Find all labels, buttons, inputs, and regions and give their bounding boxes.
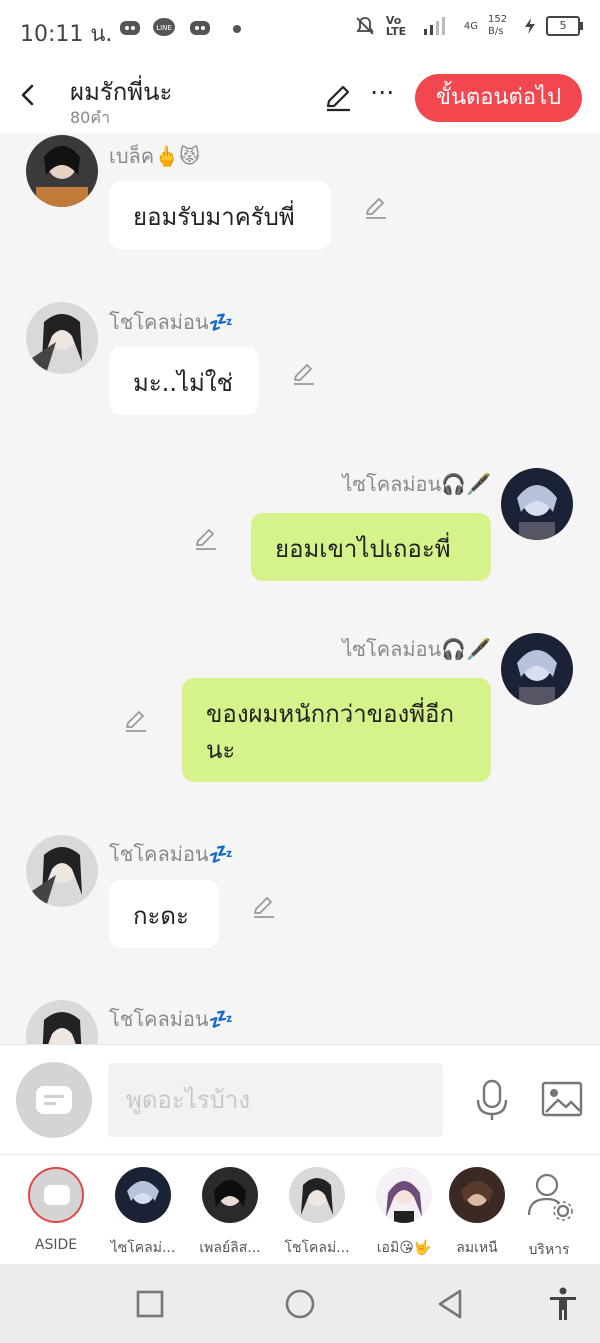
sender-name: โชโคลม่อน💤 <box>109 310 234 334</box>
home-icon[interactable] <box>282 1286 318 1322</box>
status-time: 10:11 น. <box>20 22 113 47</box>
message-input[interactable] <box>108 1063 443 1137</box>
back-nav-icon[interactable] <box>432 1286 468 1322</box>
character-avatar <box>289 1167 345 1223</box>
character-playlist[interactable]: เพลย์ลิส... <box>190 1167 270 1259</box>
avatar-image <box>26 1000 98 1044</box>
charging-icon <box>525 18 535 34</box>
accessibility-icon[interactable] <box>545 1286 581 1322</box>
net-speed: 152 B/s <box>488 14 508 37</box>
avatar-choco[interactable] <box>26 1000 98 1044</box>
sender-name: โชโคลม่อน💤 <box>109 842 234 866</box>
manage-characters-button[interactable]: บริหาร <box>509 1167 589 1261</box>
character-emi[interactable]: เอมิ😘🤟 <box>364 1167 444 1259</box>
character-avatar <box>376 1167 432 1223</box>
message-bubble[interactable]: ยอมรับมาครับพี่ <box>109 181 331 249</box>
image-upload-icon[interactable] <box>540 1080 584 1120</box>
character-avatar <box>202 1167 258 1223</box>
avatar-image <box>26 835 98 907</box>
status-bar: 10:11 น. LINE Vo LTE 4G 152 B/s 5 <box>0 0 600 62</box>
aside-toggle-button[interactable] <box>16 1062 92 1138</box>
avatar-image <box>501 468 573 540</box>
word-count: 80คำ <box>70 108 111 127</box>
mute-icon <box>356 17 374 35</box>
avatar-black[interactable] <box>26 135 98 207</box>
avatar-image <box>501 633 573 705</box>
character-label: เพลย์ลิส... <box>199 1240 261 1256</box>
sender-name: ไซโคลม่อน🎧🖋️ <box>342 472 491 496</box>
edit-pencil-icon[interactable] <box>322 82 354 114</box>
character-psycho[interactable]: ไซโคลม่... <box>103 1167 183 1259</box>
character-avatar <box>115 1167 171 1223</box>
avatar-choco[interactable] <box>26 835 98 907</box>
message-bubble[interactable]: ของผมหนักกว่าของพี่อีกนะ <box>182 678 491 782</box>
discord-icon-2 <box>190 21 210 35</box>
microphone-icon[interactable] <box>474 1078 510 1122</box>
signal-icon <box>423 17 445 35</box>
message-bubble[interactable]: กะดะ <box>109 880 219 948</box>
volte-label: Vo LTE <box>385 14 407 38</box>
edit-message-icon[interactable] <box>363 195 389 221</box>
aside-chat-icon <box>36 1086 72 1114</box>
back-arrow-icon[interactable] <box>14 80 44 110</box>
header: ผมรักพี่นะ 80คำ ⋯ ขั้นตอนต่อไป <box>0 62 600 134</box>
status-right: Vo LTE 4G 152 B/s 5 <box>354 14 583 38</box>
character-label: ASIDE <box>34 1237 78 1253</box>
svg-text:LINE: LINE <box>156 24 172 32</box>
edit-message-icon[interactable] <box>251 894 277 920</box>
avatar-psycho[interactable] <box>501 633 573 705</box>
edit-message-icon[interactable] <box>193 526 219 552</box>
edit-message-icon[interactable] <box>291 361 317 387</box>
line-app-icon: LINE <box>153 18 175 36</box>
character-label: โชโคลม่... <box>284 1240 350 1256</box>
character-avatar <box>449 1167 505 1223</box>
manage-user-icon <box>527 1173 573 1221</box>
avatar-psycho[interactable] <box>501 468 573 540</box>
discord-icon <box>120 21 140 35</box>
recent-apps-icon[interactable] <box>132 1286 168 1322</box>
signal-type: 4G <box>463 20 478 32</box>
message-bubble[interactable]: มะ..ไม่ใช่ <box>109 347 259 415</box>
character-label: ลมเหนื <box>456 1240 498 1256</box>
next-step-button[interactable]: ขั้นตอนต่อไป <box>415 74 582 122</box>
notification-dot-icon <box>233 25 241 33</box>
character-aside[interactable]: ASIDE <box>16 1167 96 1253</box>
avatar-image <box>26 135 98 207</box>
character-label: ไซโคลม่... <box>110 1240 176 1256</box>
aside-selected-icon <box>28 1167 84 1223</box>
character-choco[interactable]: โชโคลม่... <box>277 1167 357 1259</box>
input-bar <box>0 1044 600 1155</box>
sender-name: โชโคลม่อน💤 <box>109 1007 234 1031</box>
avatar-image <box>26 302 98 374</box>
system-nav-bar <box>0 1264 600 1343</box>
edit-message-icon[interactable] <box>123 708 149 734</box>
sender-name: ไซโคลม่อน🎧🖋️ <box>342 637 491 661</box>
character-label: บริหาร <box>528 1242 570 1258</box>
sender-name: เบล็ค🖕😾 <box>109 144 200 168</box>
character-lomnuea[interactable]: ลมเหนื <box>442 1167 512 1259</box>
message-bubble[interactable]: ยอมเขาไปเถอะพี่ <box>251 513 491 581</box>
character-label: เอมิ😘🤟 <box>376 1240 432 1256</box>
character-bar: ASIDE ไซโคลม่... เพลย์ลิส... โชโคลม่... … <box>0 1154 600 1265</box>
chat-area[interactable]: เบล็ค🖕😾 ยอมรับมาครับพี่ โชโคลม่อน💤 มะ..ไ… <box>0 134 600 1044</box>
more-options-icon[interactable]: ⋯ <box>366 80 398 114</box>
avatar-choco[interactable] <box>26 302 98 374</box>
battery-icon: 5 <box>546 16 583 36</box>
